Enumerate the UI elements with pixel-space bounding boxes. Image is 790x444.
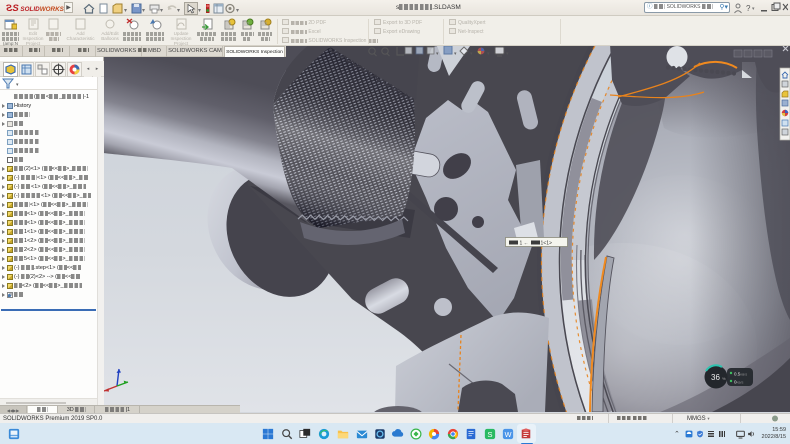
svg-text:?: ? — [746, 4, 751, 13]
svg-text:▾: ▾ — [752, 6, 755, 12]
svg-text:▾: ▾ — [236, 8, 239, 14]
svg-text:▾: ▾ — [160, 8, 163, 14]
svg-text:W: W — [505, 430, 512, 439]
svg-text:1 ←: 1 ← — [520, 241, 529, 247]
svg-text:36: 36 — [711, 373, 720, 382]
svg-text:S: S — [487, 430, 492, 439]
svg-text:▾: ▾ — [198, 8, 201, 14]
svg-text:▾: ▾ — [177, 8, 180, 14]
svg-text:%: % — [722, 376, 726, 381]
svg-text:▾: ▾ — [124, 8, 127, 14]
svg-text:0KB/S: 0KB/S — [734, 380, 743, 385]
svg-text:1<1>: 1<1> — [541, 241, 552, 247]
svg-text:0.5KB/S: 0.5KB/S — [734, 372, 747, 377]
svg-text:▾: ▾ — [142, 8, 145, 14]
